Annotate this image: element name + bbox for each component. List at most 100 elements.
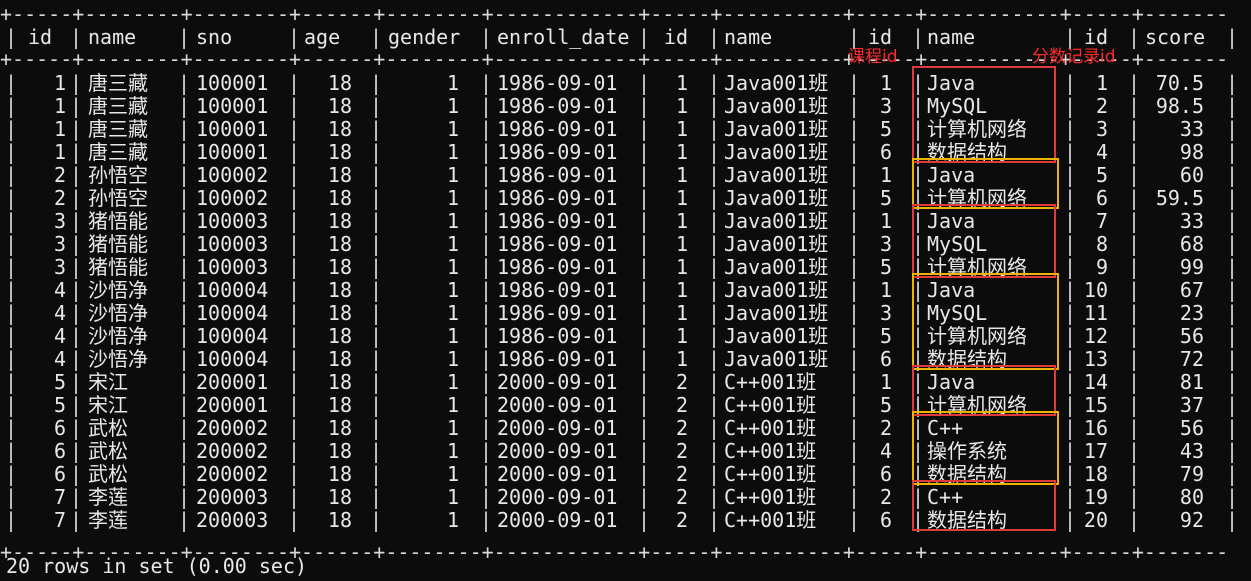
table-cell: 60 <box>1179 163 1204 187</box>
table-cell: 18 <box>327 140 352 164</box>
table-cell: 1 <box>446 393 459 417</box>
table-cell: 11 <box>1083 301 1108 325</box>
table-cell: 1986-09-01 <box>497 347 618 371</box>
table-cell: Java001班 <box>724 255 829 279</box>
table-cell: 1986-09-01 <box>497 163 618 187</box>
table-cell: 5 <box>1095 163 1108 187</box>
table-cell: 2 <box>675 462 688 486</box>
table-cell: 2000-09-01 <box>497 416 618 440</box>
table-cell: 1 <box>446 278 459 302</box>
table-cell: 18 <box>327 94 352 118</box>
header-bar: | <box>1064 25 1077 49</box>
annotation-course-id: 课程id <box>848 47 898 67</box>
table-cell: 100002 <box>196 163 269 187</box>
table-cell: 1 <box>675 94 688 118</box>
table-cell: 1 <box>675 324 688 348</box>
table-cell: 14 <box>1083 370 1108 394</box>
table-cell: 2 <box>53 163 66 187</box>
table-cell: 59.5 <box>1155 186 1204 210</box>
group-box-red <box>912 480 1056 531</box>
table-cell: Java001班 <box>724 278 829 302</box>
table-cell: 200002 <box>196 439 269 463</box>
column-header-id: id <box>28 25 53 49</box>
table-cell: 1 <box>446 462 459 486</box>
table-cell: 1986-09-01 <box>497 324 618 348</box>
table-cell: 92 <box>1179 508 1204 532</box>
group-box-yellow <box>912 158 1059 209</box>
table-cell: 79 <box>1179 462 1204 486</box>
table-cell: 100001 <box>196 140 269 164</box>
table-cell: Java001班 <box>724 301 829 325</box>
table-cell: 4 <box>53 301 66 325</box>
table-row: 2 孙悟空 100002 18 1 1986-09-01 1 Java001班 5 计算机网络 6 5… <box>0 187 1251 210</box>
table-row: 3 猪悟能 100003 18 1 1986-09-01 1 Java001班 3 MySQL 8 6… <box>0 233 1251 256</box>
table-cell: 1 <box>879 278 892 302</box>
table-cell: 18 <box>327 462 352 486</box>
table-cell: 80 <box>1179 485 1204 509</box>
table-cell: 2 <box>675 485 688 509</box>
table-cell: 1 <box>879 209 892 233</box>
column-header-enroll-date: enroll_date <box>497 25 630 49</box>
table-cell: 6 <box>53 462 66 486</box>
table-row: 6 武松 200002 18 1 2000-09-01 2 C++001班 4 操作系统 17 43 <box>0 440 1251 463</box>
table-cell: 100001 <box>196 71 269 95</box>
table-cell: 1 <box>675 255 688 279</box>
table-cell: 43 <box>1179 439 1204 463</box>
table-cell: 18 <box>327 347 352 371</box>
table-cell: 1986-09-01 <box>497 94 618 118</box>
table-cell: 沙悟净 <box>88 278 148 302</box>
table-cell: 200003 <box>196 508 269 532</box>
table-cell: Java001班 <box>724 232 829 256</box>
table-row: 7 李莲 200003 18 1 2000-09-01 2 C++001班 2 C++ 19 80 <box>0 486 1251 509</box>
table-cell: 1986-09-01 <box>497 301 618 325</box>
table-cell: 唐三藏 <box>88 117 148 141</box>
table-cell: 唐三藏 <box>88 94 148 118</box>
group-box-yellow <box>912 411 1059 485</box>
table-row: 1 唐三藏 100001 18 1 1986-09-01 1 Java001班 3 MySQL 2 9… <box>0 95 1251 118</box>
table-cell: 5 <box>879 186 892 210</box>
table-cell: 68 <box>1179 232 1204 256</box>
header-bar: | <box>288 25 301 49</box>
table-cell: 唐三藏 <box>88 140 148 164</box>
table-cell: 1 <box>446 508 459 532</box>
table-cell: 1 <box>446 163 459 187</box>
table-cell: 1986-09-01 <box>497 278 618 302</box>
table-cell: 100001 <box>196 94 269 118</box>
table-cell: 3 <box>53 255 66 279</box>
table-cell: 18 <box>327 508 352 532</box>
annotation-score-record-id: 分数记录id <box>1032 47 1116 67</box>
table-cell: 1 <box>675 278 688 302</box>
table-row: 5 宋江 200001 18 1 2000-09-01 2 C++001班 5 计算机网络 15 37 <box>0 394 1251 417</box>
table-cell: 1 <box>446 485 459 509</box>
table-cell: 孙悟空 <box>88 163 148 187</box>
table-cell: 18 <box>327 439 352 463</box>
table-cell: 猪悟能 <box>88 232 148 256</box>
table-cell: Java001班 <box>724 117 829 141</box>
table-cell: 1 <box>879 163 892 187</box>
column-header-name: name <box>724 25 773 49</box>
table-cell: 6 <box>879 508 892 532</box>
table-row: 1 唐三藏 100001 18 1 1986-09-01 1 Java001班 5 计算机网络 3 3… <box>0 118 1251 141</box>
table-cell: 200002 <box>196 462 269 486</box>
table-cell: 18 <box>327 255 352 279</box>
column-header-id: id <box>664 25 689 49</box>
table-cell: 100003 <box>196 255 269 279</box>
table-cell: 8 <box>1095 232 1108 256</box>
table-row: 6 武松 200002 18 1 2000-09-01 2 C++001班 2 C++ 16 56 <box>0 417 1251 440</box>
table-cell: 67 <box>1179 278 1204 302</box>
table-cell: 武松 <box>88 416 128 440</box>
column-header-age: age <box>304 25 341 49</box>
table-cell: 18 <box>327 186 352 210</box>
table-cell: 18 <box>327 393 352 417</box>
header-bar: | <box>1226 25 1239 49</box>
table-cell: 200001 <box>196 393 269 417</box>
table-cell: 18 <box>327 117 352 141</box>
table-cell: Java001班 <box>724 163 829 187</box>
table-cell: 18 <box>327 71 352 95</box>
header-bar: | <box>912 25 925 49</box>
table-cell: 200002 <box>196 416 269 440</box>
table-cell: 5 <box>879 324 892 348</box>
table-cell: 2000-09-01 <box>497 508 618 532</box>
table-cell: 猪悟能 <box>88 209 148 233</box>
header-bar: | <box>480 25 493 49</box>
